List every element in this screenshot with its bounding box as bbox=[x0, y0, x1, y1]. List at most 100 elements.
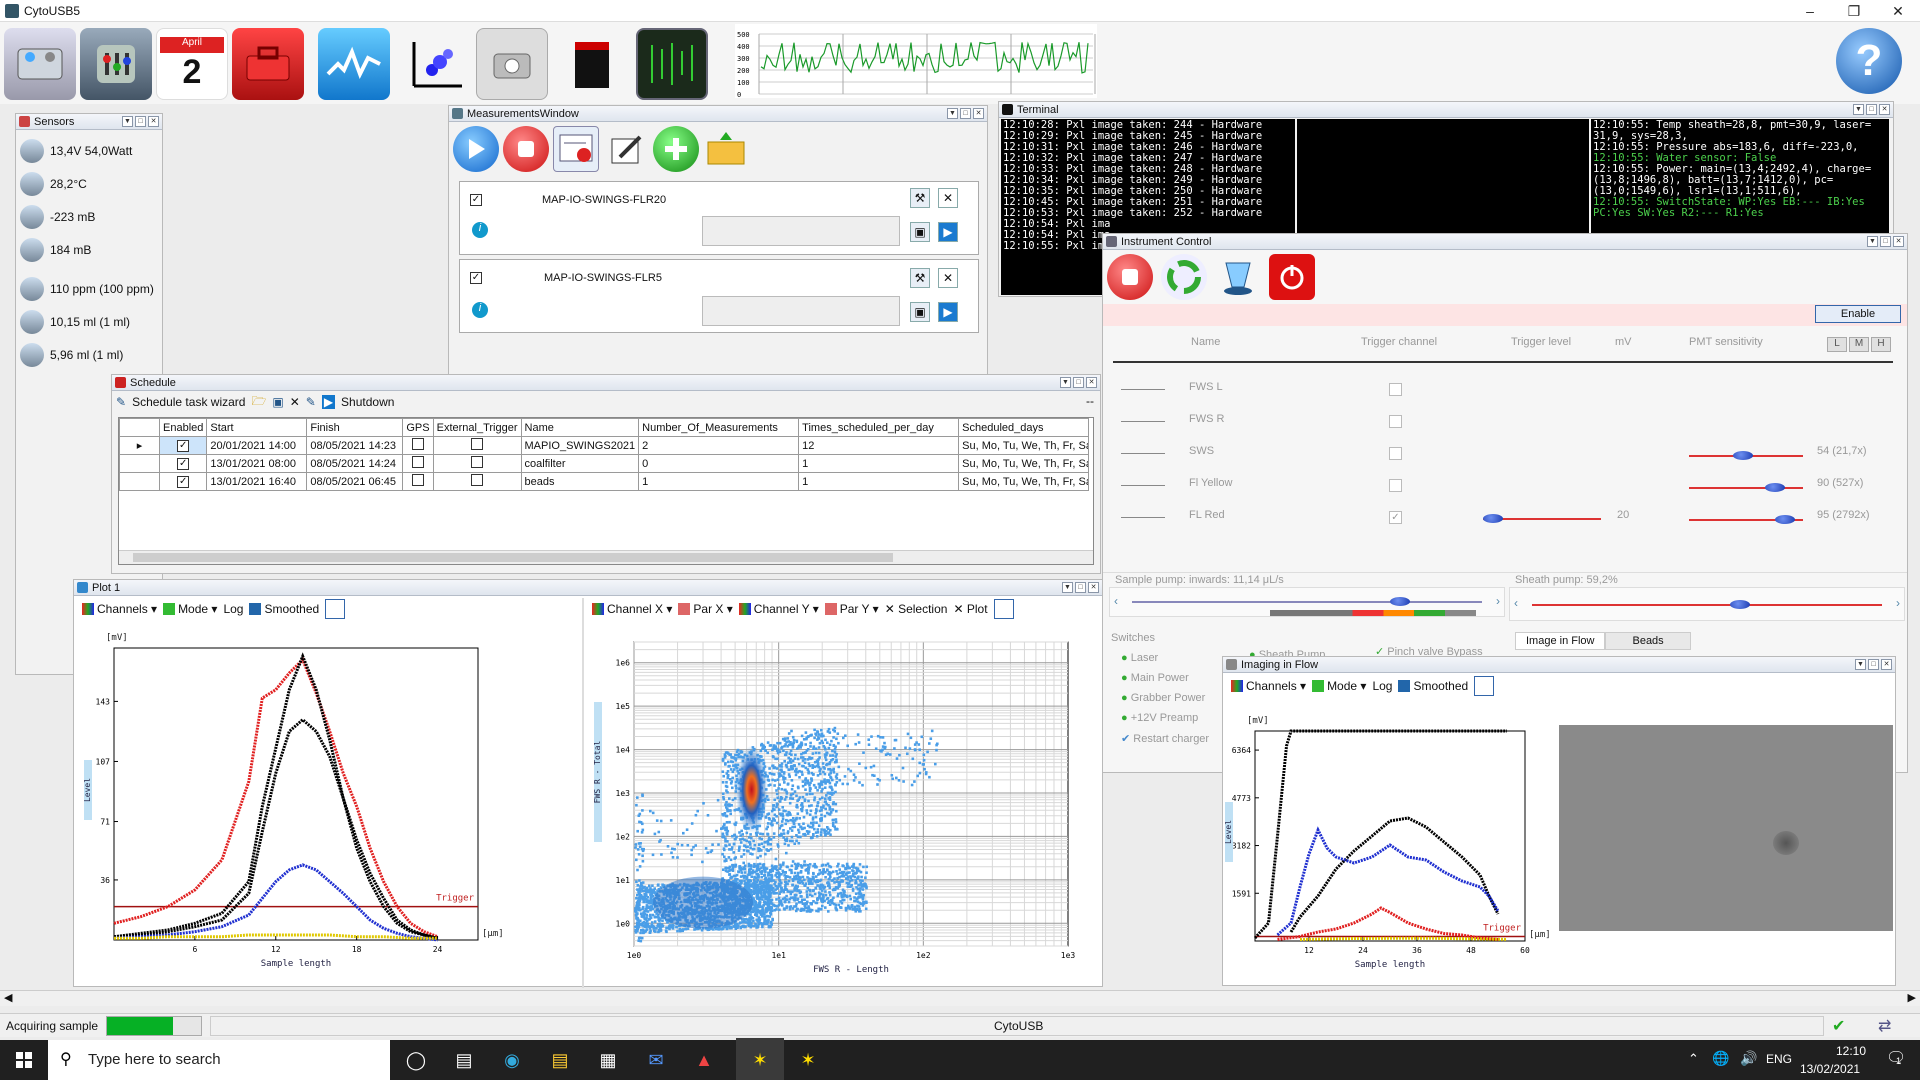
delete-icon[interactable]: ✕ bbox=[290, 395, 300, 409]
edit-measurement-button[interactable] bbox=[603, 126, 649, 172]
clear-list-button[interactable] bbox=[553, 126, 599, 172]
dropdown-icon[interactable]: ▼ bbox=[1060, 377, 1071, 388]
trigger-channel-checkbox[interactable] bbox=[1389, 415, 1402, 428]
trigger-channel-checkbox[interactable]: ✓ bbox=[1389, 511, 1402, 524]
pin-icon[interactable]: □ bbox=[1073, 377, 1084, 388]
enable-button[interactable]: Enable bbox=[1815, 305, 1901, 323]
close-icon[interactable]: ✕ bbox=[1086, 377, 1097, 388]
row-selector[interactable]: ▸ bbox=[119, 436, 160, 455]
chart-settings-icon[interactable] bbox=[325, 599, 346, 619]
row-selector[interactable] bbox=[119, 472, 160, 491]
gps-checkbox[interactable] bbox=[411, 456, 424, 468]
external-trigger-checkbox[interactable] bbox=[471, 438, 484, 450]
column-header[interactable]: Scheduled_days bbox=[958, 418, 1090, 437]
measurements-count-cell[interactable]: 1 bbox=[638, 472, 800, 491]
cytoclus-taskbar-icon[interactable]: ✶ bbox=[784, 1038, 832, 1080]
row-selector[interactable] bbox=[119, 454, 160, 473]
pin-icon[interactable]: □ bbox=[960, 108, 971, 119]
enabled-checkbox[interactable]: ✓ bbox=[177, 440, 190, 452]
sample-pump-slider[interactable]: ‹ › bbox=[1109, 587, 1505, 617]
scheduled-days-cell[interactable]: Su, Mo, Tu, We, Th, Fr, Sa bbox=[958, 436, 1090, 455]
external-trigger-cell[interactable] bbox=[432, 436, 522, 455]
slider-knob[interactable] bbox=[1733, 451, 1753, 460]
measurements-count-cell[interactable]: 2 bbox=[638, 436, 800, 455]
task-view-icon[interactable]: ▤ bbox=[440, 1038, 488, 1080]
clock-time[interactable]: 12:10 bbox=[1818, 1044, 1866, 1058]
schedule-wizard-button[interactable]: Schedule task wizard bbox=[132, 395, 245, 409]
pmt-slider[interactable] bbox=[1689, 487, 1803, 489]
camera-icon[interactable] bbox=[476, 28, 548, 100]
stop-button[interactable] bbox=[503, 126, 549, 172]
power-button[interactable] bbox=[1269, 254, 1315, 300]
sheath-pump-slider[interactable]: ‹ › bbox=[1509, 587, 1905, 621]
scroll-right-icon[interactable]: ▶ bbox=[1908, 991, 1916, 1004]
channels-dropdown[interactable]: Channels ▾ bbox=[82, 602, 157, 616]
slider-knob[interactable] bbox=[1483, 514, 1503, 523]
smoothed-toggle[interactable]: Smoothed bbox=[249, 602, 319, 616]
start-cell[interactable]: 20/01/2021 14:00 bbox=[206, 436, 308, 455]
close-button[interactable]: ✕ bbox=[1876, 0, 1920, 22]
gps-checkbox[interactable] bbox=[411, 438, 424, 450]
scheduled-days-cell[interactable]: Su, Mo, Tu, We, Th, Fr, Sa bbox=[958, 472, 1090, 491]
instrument-icon[interactable] bbox=[4, 28, 76, 100]
dropdown-icon[interactable]: ▼ bbox=[947, 108, 958, 119]
save-icon[interactable]: ▣ bbox=[910, 302, 930, 322]
par-y-dropdown[interactable]: Par Y ▾ bbox=[824, 602, 879, 616]
measurements-count-cell[interactable]: 0 bbox=[638, 454, 800, 473]
external-trigger-cell[interactable] bbox=[432, 454, 522, 473]
enabled-checkbox[interactable]: ✓ bbox=[177, 458, 190, 470]
edge-browser-icon[interactable]: ◉ bbox=[488, 1038, 536, 1080]
dropdown-icon[interactable]: ▼ bbox=[1853, 104, 1864, 115]
add-measurement-button[interactable] bbox=[653, 126, 699, 172]
taskbar-search-box[interactable]: ⚲ Type here to search bbox=[48, 1040, 390, 1080]
name-cell[interactable]: beads bbox=[520, 472, 640, 491]
flush-icon[interactable] bbox=[1215, 254, 1261, 300]
store-icon[interactable]: ▦ bbox=[584, 1038, 632, 1080]
channel-y-dropdown[interactable]: Channel Y ▾ bbox=[738, 602, 819, 616]
toolbar-overflow[interactable]: -- bbox=[1086, 394, 1094, 408]
external-trigger-checkbox[interactable] bbox=[471, 456, 484, 468]
settings-wrench-icon[interactable]: ⚒ bbox=[910, 268, 930, 288]
start-cell[interactable]: 13/01/2021 16:40 bbox=[206, 472, 308, 491]
switch-row[interactable]: ● +12V Preamp bbox=[1121, 712, 1215, 724]
info-icon[interactable]: i bbox=[472, 302, 488, 318]
app-icon-red[interactable]: ▲ bbox=[680, 1038, 728, 1080]
column-header[interactable]: External_Trigger bbox=[432, 418, 522, 437]
switch-row[interactable]: ✔ Restart charger bbox=[1121, 732, 1215, 745]
measurement-checkbox[interactable]: ✓ bbox=[470, 194, 482, 206]
pin-icon[interactable]: □ bbox=[1880, 236, 1891, 247]
channels-dropdown[interactable]: Channels ▾ bbox=[1231, 679, 1306, 693]
pmt-range-medium[interactable]: M bbox=[1849, 337, 1869, 352]
switch-row[interactable]: ● Main Power bbox=[1121, 672, 1215, 684]
dropdown-icon[interactable]: ▼ bbox=[122, 116, 133, 127]
slider-knob[interactable] bbox=[1775, 515, 1795, 524]
sensors-panel-icon[interactable] bbox=[80, 28, 152, 100]
column-header[interactable]: GPS bbox=[402, 418, 434, 437]
name-cell[interactable]: MAPIO_SWINGS2021 bbox=[520, 436, 640, 455]
cytousb-taskbar-icon[interactable]: ✶ bbox=[736, 1038, 784, 1080]
remove-measurement-icon[interactable]: ✕ bbox=[938, 268, 958, 288]
times-per-day-cell[interactable]: 12 bbox=[798, 436, 960, 455]
tab-image-in-flow[interactable]: Image in Flow bbox=[1515, 632, 1606, 650]
dropdown-icon[interactable]: ▼ bbox=[1062, 582, 1073, 593]
plot-button[interactable]: ✕ Plot bbox=[953, 602, 987, 616]
recycle-icon[interactable] bbox=[1161, 254, 1207, 300]
minimize-button[interactable]: – bbox=[1788, 0, 1832, 22]
dropdown-icon[interactable]: ▼ bbox=[1855, 659, 1866, 670]
external-trigger-cell[interactable] bbox=[432, 472, 522, 491]
open-folder-icon[interactable]: 🗁 bbox=[251, 392, 266, 413]
finish-cell[interactable]: 08/05/2021 14:24 bbox=[306, 454, 404, 473]
smoothed-toggle[interactable]: Smoothed bbox=[1398, 679, 1468, 693]
column-header[interactable]: Enabled bbox=[158, 418, 208, 437]
table-row[interactable]: ✓ 13/01/2021 16:40 08/05/2021 06:45 beads 1 1… bbox=[119, 472, 1090, 491]
shutdown-button[interactable]: Shutdown bbox=[341, 395, 394, 409]
windows-start-icon[interactable] bbox=[0, 1040, 48, 1080]
play-button[interactable] bbox=[453, 126, 499, 172]
close-icon[interactable]: ✕ bbox=[148, 116, 159, 127]
close-icon[interactable]: ✕ bbox=[1881, 659, 1892, 670]
scroll-left-icon[interactable]: ◀ bbox=[4, 991, 12, 1004]
chevron-left-icon[interactable]: ‹ bbox=[1114, 594, 1118, 608]
chart-settings-icon[interactable] bbox=[993, 599, 1014, 619]
plot-splitter[interactable] bbox=[582, 598, 584, 988]
enabled-checkbox[interactable]: ✓ bbox=[177, 476, 190, 488]
